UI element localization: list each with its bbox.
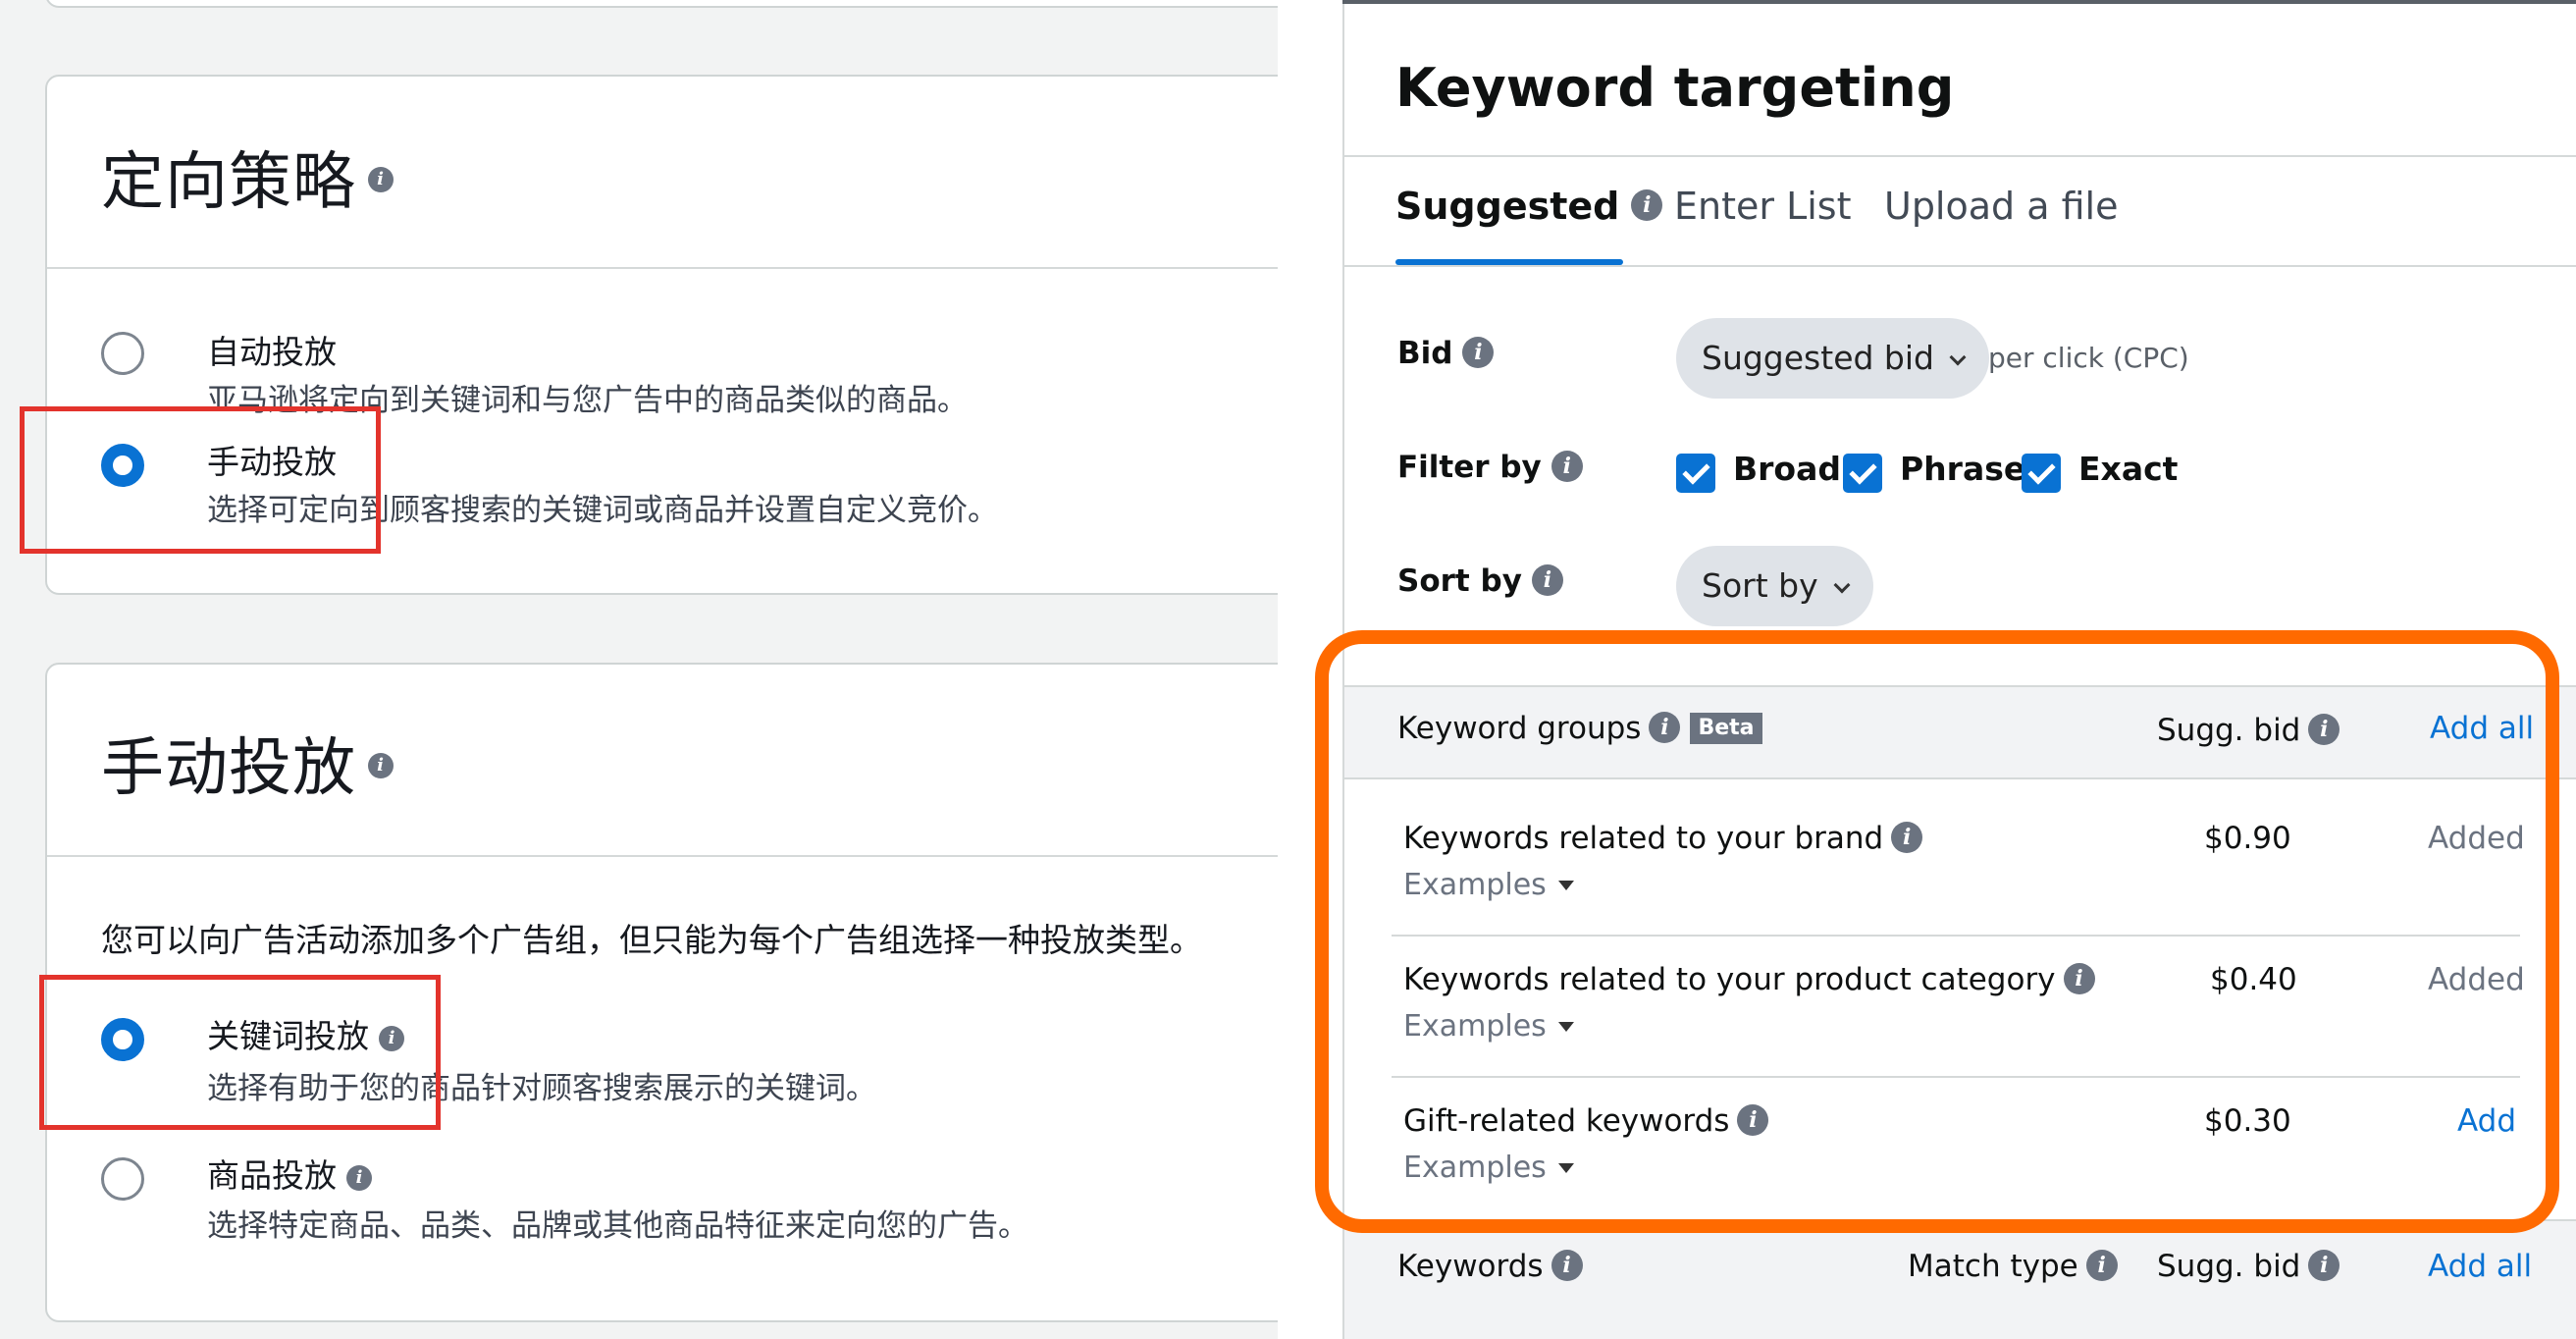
tab-label: Suggested xyxy=(1395,185,1620,228)
bid-label-text: Bid xyxy=(1397,336,1453,371)
add-all-keywords-link[interactable]: Add all xyxy=(2428,1249,2532,1284)
divider xyxy=(1344,155,2576,157)
chevron-down-icon xyxy=(1833,576,1851,594)
phrase-label[interactable]: Phrase xyxy=(1900,450,2025,488)
highlight-box-manual xyxy=(20,406,381,554)
option-description: 选择特定商品、品类、品牌或其他商品特征来定向您的广告。 xyxy=(207,1208,1028,1244)
keywords-header: Keywords i Match type i Sugg. bid i Add all xyxy=(1344,1219,2576,1339)
match-type-heading: Match type i xyxy=(1908,1249,2118,1284)
card-title-text: 定向策略 xyxy=(101,146,356,219)
bid-label: Bid i xyxy=(1397,336,1495,371)
card-title-text: 手动投放 xyxy=(101,732,356,805)
chevron-down-icon xyxy=(1949,348,1967,366)
sort-by-dropdown[interactable]: Sort by xyxy=(1676,546,1873,626)
dropdown-label: Sort by xyxy=(1702,566,1818,605)
heading-text: Sugg. bid xyxy=(2157,1249,2301,1284)
info-icon[interactable]: i xyxy=(1551,1249,1583,1281)
broad-checkbox[interactable] xyxy=(1676,454,1715,493)
card-title: 手动投放 i xyxy=(101,718,394,808)
info-icon[interactable]: i xyxy=(1551,450,1583,482)
info-icon[interactable]: i xyxy=(368,753,394,779)
sort-label-text: Sort by xyxy=(1397,563,1522,599)
bid-unit-text: per click (CPC) xyxy=(1988,342,2189,374)
tab-enter-list[interactable]: Enter List xyxy=(1674,185,1852,228)
radio-button[interactable] xyxy=(101,332,144,375)
intro-text: 您可以向广告活动添加多个广告组，但只能为每个广告组选择一种投放类型。 xyxy=(101,921,1202,959)
left-panel: 定向策略 i 自动投放 亚马逊将定向到关键词和与您广告中的商品类似的商品。 手动投… xyxy=(0,0,1278,1339)
filter-label: Filter by i xyxy=(1397,450,1583,485)
panel-top-border xyxy=(1342,0,2576,4)
sort-label: Sort by i xyxy=(1397,563,1563,599)
exact-label[interactable]: Exact xyxy=(2078,450,2178,488)
suggested-bid-dropdown[interactable]: Suggested bid xyxy=(1676,318,1989,399)
card-title: 定向策略 i xyxy=(101,132,394,222)
card-header: 手动投放 i xyxy=(47,665,1278,857)
filter-label-text: Filter by xyxy=(1397,450,1542,485)
info-icon[interactable]: i xyxy=(2085,1249,2118,1281)
page-title: Keyword targeting xyxy=(1395,57,1955,119)
dropdown-label: Suggested bid xyxy=(1702,339,1934,377)
tab-upload-file[interactable]: Upload a file xyxy=(1884,185,2118,228)
exact-checkbox[interactable] xyxy=(2022,454,2061,493)
tab-suggested[interactable]: Suggested i xyxy=(1395,185,1663,228)
sugg-bid-heading: Sugg. bid i xyxy=(2157,1249,2340,1284)
highlight-box-keyword xyxy=(39,975,441,1130)
divider xyxy=(1344,265,2576,267)
card-header: 定向策略 i xyxy=(47,77,1278,269)
previous-card xyxy=(45,0,1278,8)
keywords-heading: Keywords i xyxy=(1397,1249,1583,1284)
option-label: 自动投放 xyxy=(207,333,337,371)
info-icon[interactable]: i xyxy=(1462,336,1495,368)
info-icon[interactable]: i xyxy=(2308,1249,2340,1281)
phrase-checkbox[interactable] xyxy=(1843,454,1882,493)
info-icon[interactable]: i xyxy=(1631,188,1663,221)
broad-label[interactable]: Broad xyxy=(1733,450,1841,488)
info-icon[interactable]: i xyxy=(1531,563,1563,596)
option-label: 商品投放 i xyxy=(207,1150,372,1197)
info-icon[interactable]: i xyxy=(368,167,394,193)
heading-text: Keywords xyxy=(1397,1249,1544,1284)
info-icon[interactable]: i xyxy=(346,1164,372,1191)
highlight-box-keyword-groups xyxy=(1315,630,2559,1233)
radio-button[interactable] xyxy=(101,1157,144,1201)
heading-text: Match type xyxy=(1908,1249,2078,1284)
option-label-text: 商品投放 xyxy=(207,1156,337,1195)
